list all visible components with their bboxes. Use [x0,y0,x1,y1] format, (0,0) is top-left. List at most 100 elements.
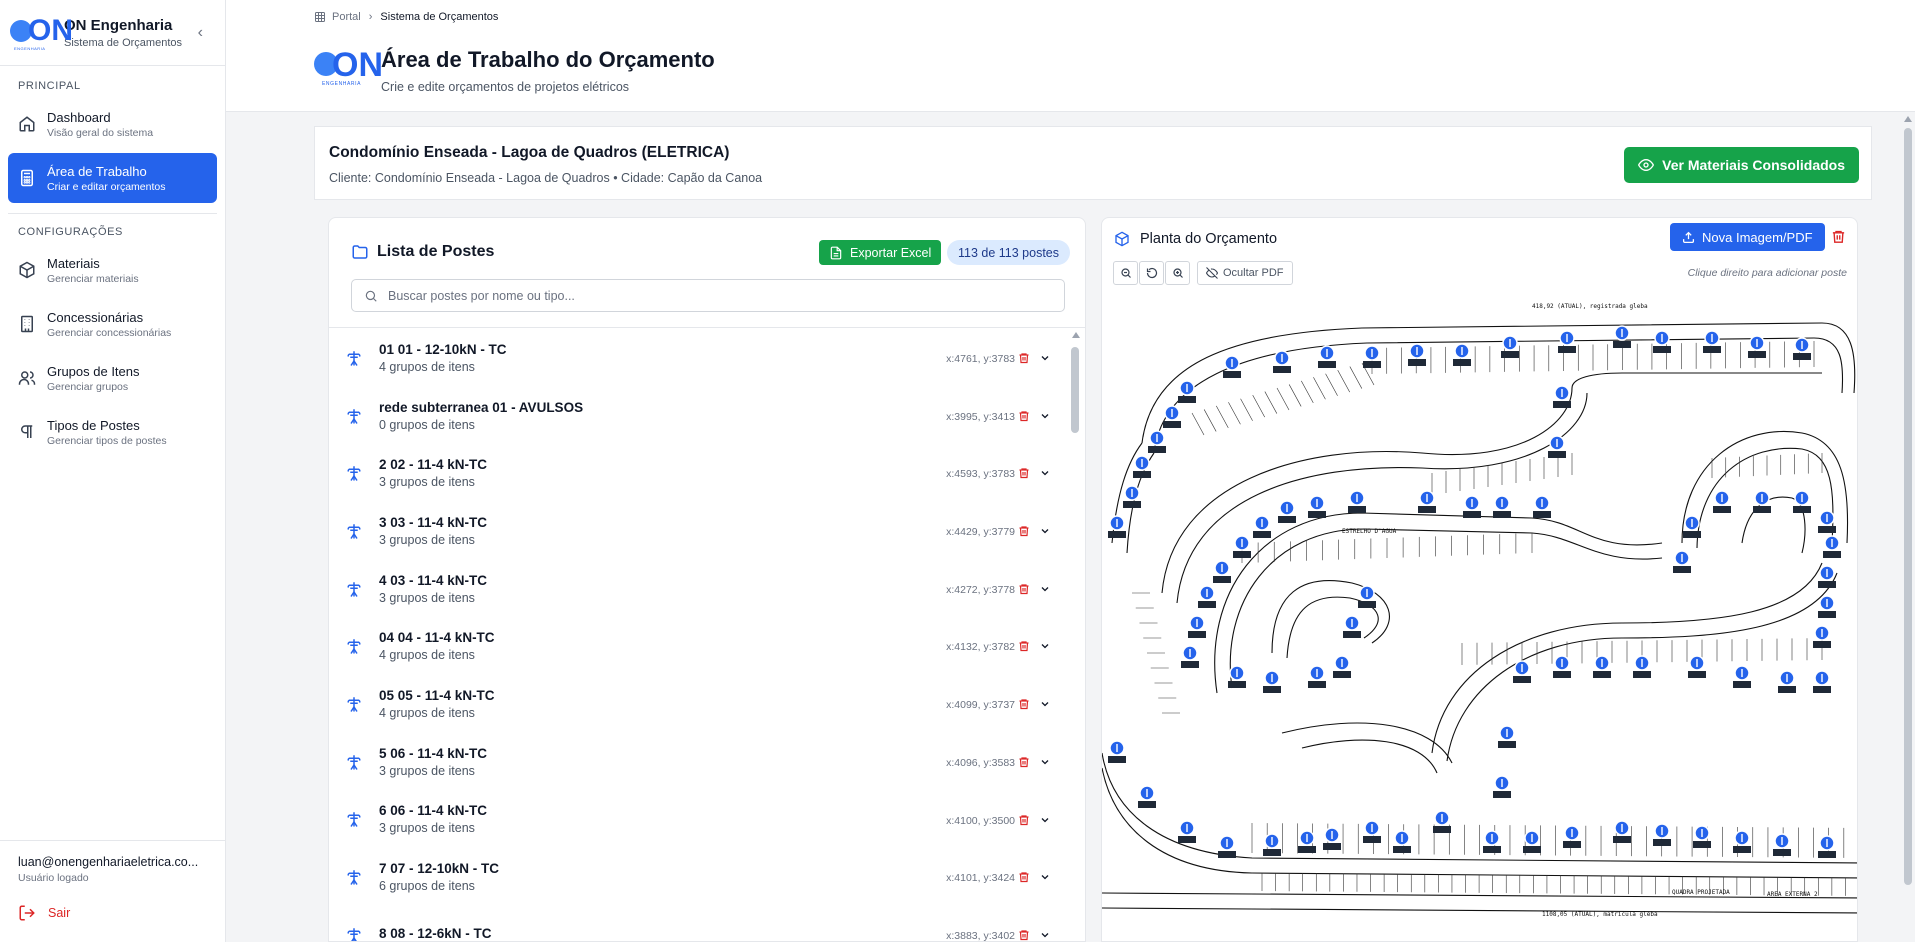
users-icon [18,369,36,387]
trash-icon[interactable] [1018,698,1030,710]
sidebar-divider [8,213,217,214]
utility-pole-icon [347,870,361,885]
zoom-in-button[interactable] [1165,261,1190,285]
pole-list-item[interactable]: 8 08 - 12-6kN - TC x:3883, y:3402 [329,906,1065,941]
chevron-down-icon[interactable] [1039,756,1051,768]
pole-groups-count: 3 grupos de itens [379,590,475,605]
pole-groups-count: 3 grupos de itens [379,763,475,778]
eye-icon [1638,158,1655,172]
package-icon [18,261,36,279]
trash-icon[interactable] [1018,814,1030,826]
pole-list-item[interactable]: 04 04 - 11-4 kN-TC 4 grupos de itens x:4… [329,617,1065,675]
sidebar-item-materiais[interactable]: Materiais Gerenciar materiais [8,245,217,295]
pole-groups-count: 0 grupos de itens [379,417,475,432]
folder-icon [352,245,368,259]
chevron-down-icon[interactable] [1039,640,1051,652]
svg-text:QUADRA PROJETADA: QUADRA PROJETADA [1672,889,1730,896]
pole-coordinates: x:4099, y:3737 [946,699,1015,712]
hide-pdf-button[interactable]: Ocultar PDF [1197,261,1293,285]
user-email: luan@onengenhariaeletrica.co... [18,855,199,869]
svg-text:ESTRELHO D'AGUA: ESTRELHO D'AGUA [1342,528,1397,535]
pole-name: rede subterranea 01 - AVULSOS [379,399,584,415]
trash-icon[interactable] [1018,352,1030,364]
section-label-configuracoes: CONFIGURAÇÕES [18,226,123,238]
utility-pole-icon [347,524,361,539]
pole-list-item[interactable]: 6 06 - 11-4 kN-TC 3 grupos de itens x:41… [329,791,1065,849]
poles-list-scrollbar[interactable] [1067,329,1085,941]
trash-icon[interactable] [1018,929,1030,941]
chevron-down-icon[interactable] [1039,525,1051,537]
new-image-pdf-button[interactable]: Nova Imagem/PDF [1670,223,1825,251]
logout-button[interactable]: Sair [18,904,207,922]
poles-search-input[interactable] [388,288,1048,303]
pole-coordinates: x:4593, y:3783 [946,468,1015,481]
cube-icon [1115,231,1129,247]
chevron-down-icon[interactable] [1039,871,1051,883]
utility-pole-icon [347,812,361,828]
zoom-out-button[interactable] [1113,261,1138,285]
rotate-icon [1146,267,1157,279]
pole-list-item[interactable]: 3 03 - 11-4 kN-TC 3 grupos de itens x:44… [329,502,1065,560]
chevron-down-icon[interactable] [1039,410,1051,422]
chevron-down-icon[interactable] [1039,929,1051,941]
header-logo: ON ENGENHARIA [314,46,383,88]
pole-name: 04 04 - 11-4 kN-TC [379,630,495,646]
pole-list-item[interactable]: 4 03 - 11-4 kN-TC 3 grupos de itens x:42… [329,560,1065,618]
trash-icon[interactable] [1018,640,1030,652]
sidebar-item-grupos-de-itens[interactable]: Grupos de Itens Gerenciar grupos [8,353,217,403]
chevron-down-icon[interactable] [1039,814,1051,826]
pole-name: 6 06 - 11-4 kN-TC [379,803,488,819]
pole-list-item[interactable]: 01 01 - 12-10kN - TC 4 grupos de itens x… [329,329,1065,387]
budget-title: Condomínio Enseada - Lagoa de Quadros (E… [329,144,730,161]
pole-name: 4 03 - 11-4 kN-TC [379,572,488,588]
reset-view-button[interactable] [1139,261,1164,285]
page-scrollbar[interactable] [1901,112,1915,942]
pole-list-item[interactable]: 05 05 - 11-4 kN-TC 4 grupos de itens x:4… [329,675,1065,733]
pole-name: 8 08 - 12-6kN - TC [379,925,492,941]
view-consolidated-materials-button[interactable]: Ver Materiais Consolidados [1624,147,1859,183]
pole-name: 3 03 - 11-4 kN-TC [379,514,488,530]
chevron-right-icon: › [368,11,373,23]
sidebar-item-dashboard[interactable]: Dashboard Visão geral do sistema [8,99,217,149]
user-box: luan@onengenhariaeletrica.co... Usuário … [0,840,225,942]
pole-coordinates: x:4272, y:3778 [946,583,1015,596]
sidebar-item-concessionarias[interactable]: Concessionárias Gerenciar concessionárias [8,299,217,349]
trash-icon[interactable] [1018,525,1030,537]
pole-coordinates: x:4101, y:3424 [946,872,1015,885]
chevron-down-icon[interactable] [1039,467,1051,479]
plan-toolbar: Ocultar PDF [1113,261,1294,285]
sidebar-item-area-de-trabalho[interactable]: Área de Trabalho Criar e editar orçamento… [8,153,217,203]
chevron-down-icon[interactable] [1039,583,1051,595]
trash-icon[interactable] [1018,871,1030,883]
collapse-sidebar-icon[interactable]: ‹ [198,24,203,42]
pole-list-item[interactable]: 7 07 - 12-10kN - TC 6 grupos de itens x:… [329,848,1065,906]
chevron-down-icon[interactable] [1039,352,1051,364]
export-excel-button[interactable]: Exportar Excel [819,240,942,265]
pole-groups-count: 4 grupos de itens [379,359,475,374]
trash-icon[interactable] [1018,583,1030,595]
pole-coordinates: x:4100, y:3500 [946,814,1015,827]
chevron-down-icon[interactable] [1039,698,1051,710]
site-plan-drawing: 418,92 (ATUAL), registrada gleba QUADRA … [1102,303,1857,918]
trash-icon[interactable] [1018,467,1030,479]
brand-logo: ON ENGENHARIA [10,14,73,52]
pilcrow-icon [18,423,36,441]
delete-plan-trash-icon[interactable] [1831,229,1846,244]
breadcrumb-root[interactable]: Portal [332,11,361,23]
utility-pole-icon [347,581,361,597]
trash-icon[interactable] [1018,756,1030,768]
poles-list: 01 01 - 12-10kN - TC 4 grupos de itens x… [329,329,1065,941]
pole-list-item[interactable]: 5 06 - 11-4 kN-TC 3 grupos de itens x:40… [329,733,1065,791]
svg-text:1108,05 (ATUAL), matrícula gle: 1108,05 (ATUAL), matrícula gleba [1542,911,1658,918]
poles-search[interactable] [351,279,1065,312]
pole-list-item[interactable]: rede subterranea 01 - AVULSOS 0 grupos d… [329,387,1065,445]
sidebar-item-tipos-de-postes[interactable]: Tipos de Postes Gerenciar tipos de postes [8,407,217,457]
trash-icon[interactable] [1018,410,1030,422]
plan-canvas[interactable]: 418,92 (ATUAL), registrada gleba QUADRA … [1102,293,1857,941]
pole-name: 5 06 - 11-4 kN-TC [379,745,488,761]
pole-coordinates: x:4761, y:3783 [946,353,1015,365]
pole-name: 05 05 - 11-4 kN-TC [379,687,495,703]
pole-list-item[interactable]: 2 02 - 11-4 kN-TC 3 grupos de itens x:45… [329,444,1065,502]
plan-title: Planta do Orçamento [1114,231,1277,247]
spreadsheet-icon [830,246,842,259]
